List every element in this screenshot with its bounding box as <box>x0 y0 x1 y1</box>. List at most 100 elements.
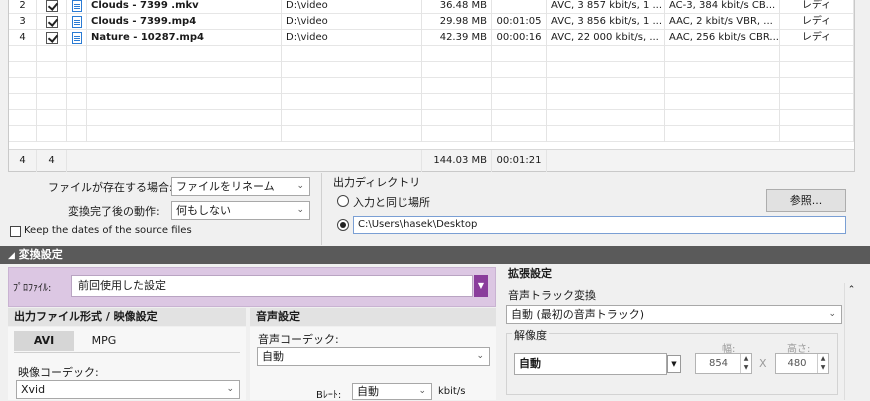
profile-panel: ﾌﾟﾛﾌｧｲﾙ: 前回使用した設定 ▼ <box>8 267 496 307</box>
file-table: 2 Clouds - 7399 .mkv D:\video 36.48 MB AVC, … <box>8 0 855 172</box>
table-row-empty <box>9 126 854 142</box>
if-exists-select[interactable]: ファイルをリネーム ⌄ <box>171 177 310 196</box>
times-sign: X <box>759 357 767 370</box>
audio-track-label: 音声トラック変換 <box>508 289 596 302</box>
audio-track-value: 自動 (最初の音声トラック) <box>511 308 645 321</box>
spinner-arrows-icon[interactable]: ▲ ▼ <box>740 354 751 373</box>
options-divider <box>321 173 322 245</box>
profile-select[interactable]: 前回使用した設定 <box>71 275 473 297</box>
same-as-input-label: 入力と同じ場所 <box>353 196 430 209</box>
total-size: 144.03 MB <box>422 150 492 172</box>
cell-duration <box>492 0 547 14</box>
resolution-label: 解像度 <box>512 327 549 343</box>
total-checked: 4 <box>37 150 67 172</box>
width-value: 854 <box>708 358 729 369</box>
audio-codec-select[interactable]: 自動 ⌄ <box>257 347 490 366</box>
output-format-title: 出力ファイル形式 / 映像設定 <box>8 308 246 326</box>
profile-dropdown-icon[interactable]: ▼ <box>474 275 488 297</box>
row-checkbox[interactable] <box>45 32 58 44</box>
file-icon <box>71 0 82 12</box>
table-row-empty <box>9 94 854 110</box>
cell-video: AVC, 3 856 kbit/s, 1 ... <box>547 14 665 30</box>
audio-codec-label: 音声コーデック: <box>258 333 339 346</box>
output-dir-label: 出力ディレクトリ <box>333 176 421 189</box>
cell-status: レディ <box>780 14 854 30</box>
height-input[interactable]: 480 ▲ ▼ <box>775 353 829 374</box>
totals-row: 4 4 144.03 MB 00:01:21 <box>9 149 854 172</box>
audio-codec-value: 自動 <box>262 350 284 363</box>
bitrate-value: 自動 <box>357 385 379 398</box>
table-row-empty <box>9 62 854 78</box>
after-done-select[interactable]: 何もしない ⌄ <box>171 201 310 220</box>
cell-duration: 00:01:05 <box>492 14 547 30</box>
video-codec-select[interactable]: Xvid ⌄ <box>16 380 240 399</box>
total-duration: 00:01:21 <box>492 150 547 172</box>
cell-path: D:\video <box>282 14 422 30</box>
after-done-label: 変換完了後の動作: <box>68 205 160 218</box>
keep-dates-checkbox[interactable] <box>10 226 21 237</box>
custom-path-radio[interactable] <box>337 219 349 231</box>
video-codec-value: Xvid <box>21 383 46 396</box>
cell-name: Clouds - 7399.mp4 <box>87 14 282 30</box>
profile-label: ﾌﾟﾛﾌｧｲﾙ: <box>13 283 52 294</box>
resolution-select[interactable]: 自動 <box>514 353 667 375</box>
chevron-down-icon: ⌄ <box>828 309 836 319</box>
row-checkbox[interactable] <box>45 0 58 12</box>
if-exists-label: ファイルが存在する場合: <box>48 181 173 194</box>
cell-path: D:\video <box>282 0 422 14</box>
cell-path: D:\video <box>282 30 422 46</box>
scroll-up-icon[interactable]: ⌃ <box>845 283 858 297</box>
if-exists-value: ファイルをリネーム <box>176 180 275 193</box>
collapse-triangle-icon: ◢ <box>8 251 15 261</box>
cell-name: Nature - 10287.mp4 <box>87 30 282 46</box>
cell-audio: AC-3, 384 kbit/s CB... <box>665 0 780 14</box>
resolution-dropdown-icon[interactable]: ▼ <box>667 355 681 373</box>
cell-index: 3 <box>9 14 37 30</box>
tab-avi[interactable]: AVI <box>14 331 74 351</box>
chevron-down-icon: ⌄ <box>296 181 304 191</box>
video-codec-label: 映像コーデック: <box>18 366 99 379</box>
chevron-down-icon: ⌄ <box>418 386 426 396</box>
browse-button[interactable]: 参照... <box>766 189 846 212</box>
table-row-empty <box>9 46 854 62</box>
bitrate-select[interactable]: 自動 ⌄ <box>352 383 432 400</box>
same-as-input-radio[interactable] <box>337 195 349 207</box>
bitrate-label: Bﾚｰﾄ: <box>316 390 342 401</box>
cell-size: 36.48 MB <box>422 0 492 14</box>
cell-status: レディ <box>780 0 854 14</box>
file-icon <box>71 16 82 28</box>
cell-size: 42.39 MB <box>422 30 492 46</box>
chevron-down-icon: ⌄ <box>296 205 304 215</box>
chevron-down-icon: ⌄ <box>476 351 484 361</box>
output-path-input[interactable]: C:\Users\hasek\Desktop <box>353 216 846 234</box>
file-icon <box>71 32 82 44</box>
audio-settings-title: 音声設定 <box>250 308 496 326</box>
section-title: 変換設定 <box>18 248 63 261</box>
table-row-empty <box>9 110 854 126</box>
cell-video: AVC, 22 000 kbit/s, ... <box>547 30 665 46</box>
spinner-arrows-icon[interactable]: ▲ ▼ <box>817 354 828 373</box>
cell-status: レディ <box>780 30 854 46</box>
table-row[interactable]: 3 Clouds - 7399.mp4 D:\video 29.98 MB 00:01:… <box>9 14 854 30</box>
advanced-title: 拡張設定 <box>508 267 552 280</box>
after-done-value: 何もしない <box>176 204 231 217</box>
keep-dates-label: Keep the dates of the source files <box>24 225 192 236</box>
tab-mpg[interactable]: MPG <box>74 331 134 351</box>
cell-audio: AAC, 256 kbit/s CBR... <box>665 30 780 46</box>
table-row-empty <box>9 78 854 94</box>
cell-index: 4 <box>9 30 37 46</box>
width-input[interactable]: 854 ▲ ▼ <box>695 353 752 374</box>
table-row[interactable]: 4 Nature - 10287.mp4 D:\video 42.39 MB 00:00… <box>9 30 854 46</box>
row-checkbox[interactable] <box>45 16 58 28</box>
audio-track-select[interactable]: 自動 (最初の音声トラック) ⌄ <box>506 305 842 324</box>
advanced-scrollbar[interactable]: ⌃ <box>844 283 858 400</box>
cell-duration: 00:00:16 <box>492 30 547 46</box>
cell-name: Clouds - 7399 .mkv <box>87 0 282 14</box>
chevron-down-icon: ⌄ <box>226 384 234 394</box>
bitrate-unit: kbit/s <box>438 386 466 397</box>
conversion-section-header[interactable]: ◢ 変換設定 <box>0 246 870 264</box>
cell-index: 2 <box>9 0 37 14</box>
cell-size: 29.98 MB <box>422 14 492 30</box>
height-value: 480 <box>787 358 807 369</box>
table-row[interactable]: 2 Clouds - 7399 .mkv D:\video 36.48 MB AVC, … <box>9 0 854 14</box>
